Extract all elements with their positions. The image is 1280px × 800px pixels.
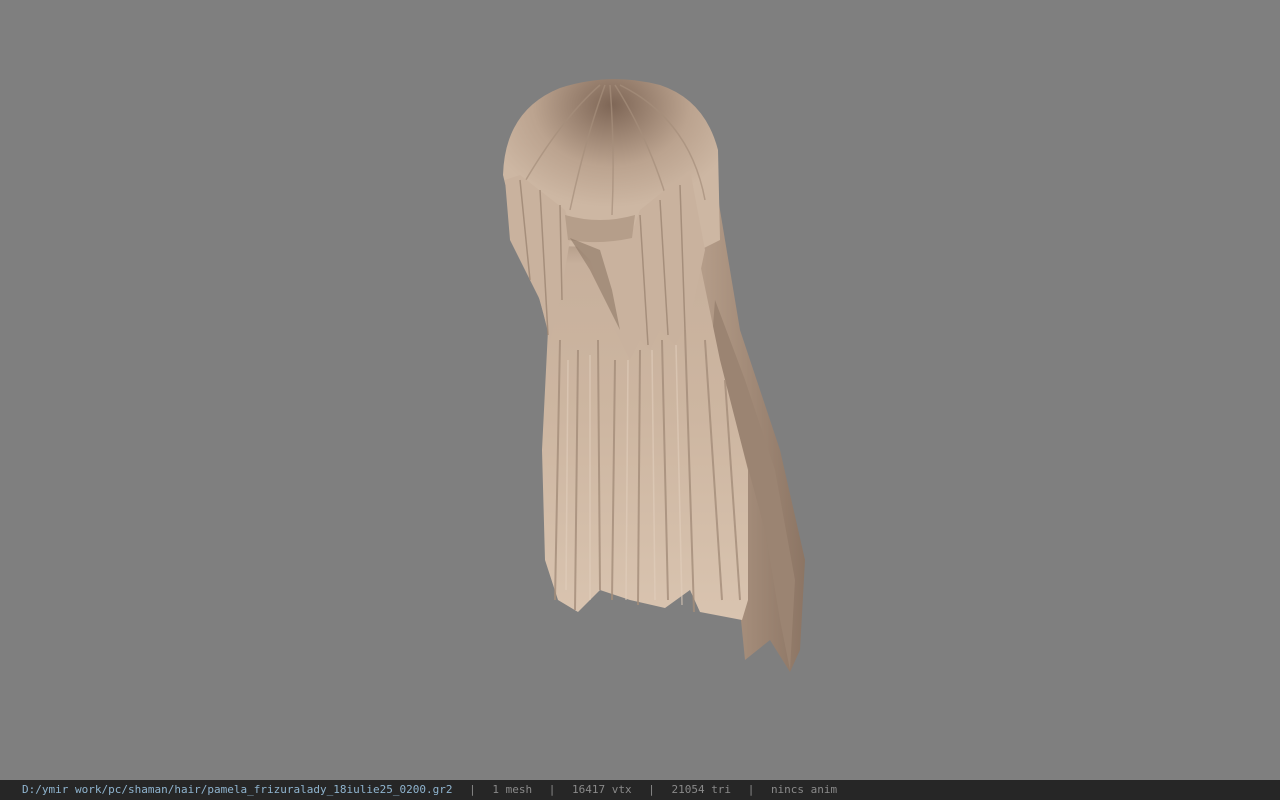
status-bar: D:/ymir work/pc/shaman/hair/pamela_frizu…: [0, 780, 1280, 800]
mesh-count: 1 mesh: [492, 783, 533, 796]
status-separator: |: [548, 783, 556, 796]
status-separator: |: [469, 783, 476, 796]
animation-status: nincs anim: [770, 783, 838, 796]
triangle-count: 21054 tri: [671, 783, 732, 796]
status-separator: |: [648, 783, 655, 796]
status-separator: |: [747, 783, 755, 796]
model-viewer-window: D:/ymir work/pc/shaman/hair/pamela_frizu…: [0, 0, 1280, 800]
hair-model-render: [503, 79, 805, 672]
3d-viewport[interactable]: [0, 0, 1280, 780]
vertex-count: 16417 vtx: [571, 783, 632, 796]
model-file-path: D:/ymir work/pc/shaman/hair/pamela_frizu…: [22, 783, 453, 796]
